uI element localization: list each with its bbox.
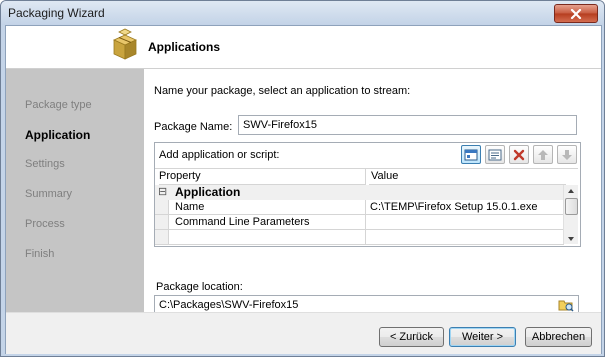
add-application-button[interactable] (461, 145, 481, 164)
window-title: Packaging Wizard (8, 6, 105, 20)
property-name: Command Line Parameters (169, 215, 366, 230)
move-down-button[interactable] (557, 145, 577, 164)
property-value[interactable] (366, 215, 564, 230)
step-application: Application (25, 128, 91, 142)
step-finish: Finish (25, 248, 55, 260)
table-row[interactable]: Name C:\TEMP\Firefox Setup 15.0.1.exe (155, 200, 564, 215)
arrow-up-icon (538, 149, 548, 160)
scroll-up-icon[interactable] (567, 188, 575, 194)
close-icon (570, 8, 582, 19)
next-button[interactable]: Weiter > (449, 327, 516, 347)
property-name (169, 230, 366, 245)
close-button[interactable] (554, 4, 598, 23)
wizard-body: Applications Package type Application Se… (5, 25, 602, 354)
step-settings: Settings (25, 158, 65, 170)
step-summary: Summary (25, 188, 73, 200)
packaging-wizard-window: Packaging Wizard Applications Package ty… (0, 0, 605, 357)
cancel-button[interactable]: Abbrechen (525, 327, 592, 347)
package-name-input[interactable]: SWV-Firefox15 (238, 115, 577, 135)
grid-group-row[interactable]: ⊟ Application (155, 185, 564, 200)
add-script-button[interactable] (485, 145, 505, 164)
wizard-content: Name your package, select an application… (144, 69, 601, 315)
back-button[interactable]: < Zurück (379, 327, 444, 347)
property-value[interactable] (366, 230, 564, 245)
delete-icon (513, 149, 525, 160)
package-location-value: C:\Packages\SWV-Firefox15 (159, 299, 299, 311)
row-indent (155, 200, 169, 215)
application-window-icon (464, 149, 478, 160)
collapse-toggle[interactable]: ⊟ (158, 185, 167, 200)
wizard-header: Applications (6, 26, 601, 69)
table-row[interactable] (155, 230, 564, 245)
application-group: Add application or script: Property Valu… (154, 142, 581, 247)
scroll-down-icon[interactable] (567, 236, 575, 242)
script-icon (488, 149, 502, 160)
scroll-thumb[interactable] (565, 198, 578, 215)
arrow-down-icon (562, 149, 572, 160)
add-application-label: Add application or script: (159, 149, 280, 161)
step-process: Process (25, 218, 65, 230)
package-icon (113, 28, 137, 60)
remove-button[interactable] (509, 145, 529, 164)
instruction-text: Name your package, select an application… (154, 85, 411, 97)
step-package-type: Package type (25, 99, 92, 111)
wizard-footer: < Zurück Weiter > Abbrechen (6, 312, 601, 354)
title-bar[interactable]: Packaging Wizard (1, 1, 604, 25)
page-title: Applications (148, 40, 221, 54)
property-grid[interactable]: Property Value ⊟ Application Name C:\TEM… (155, 168, 578, 245)
row-indent (155, 215, 169, 230)
column-header-property[interactable]: Property (159, 169, 366, 185)
grid-group-title: Application (175, 185, 241, 199)
row-indent (155, 230, 169, 245)
column-header-value[interactable]: Value (369, 169, 566, 185)
property-name: Name (169, 200, 366, 215)
grid-scrollbar[interactable] (563, 185, 578, 244)
browse-folder-icon[interactable] (558, 298, 574, 312)
move-up-button[interactable] (533, 145, 553, 164)
package-location-label: Package location: (156, 281, 243, 293)
wizard-steps-sidebar: Package type Application Settings Summar… (6, 69, 144, 312)
table-row[interactable]: Command Line Parameters (155, 215, 564, 230)
package-name-label: Package Name: (154, 121, 233, 133)
property-value[interactable]: C:\TEMP\Firefox Setup 15.0.1.exe (366, 200, 564, 215)
